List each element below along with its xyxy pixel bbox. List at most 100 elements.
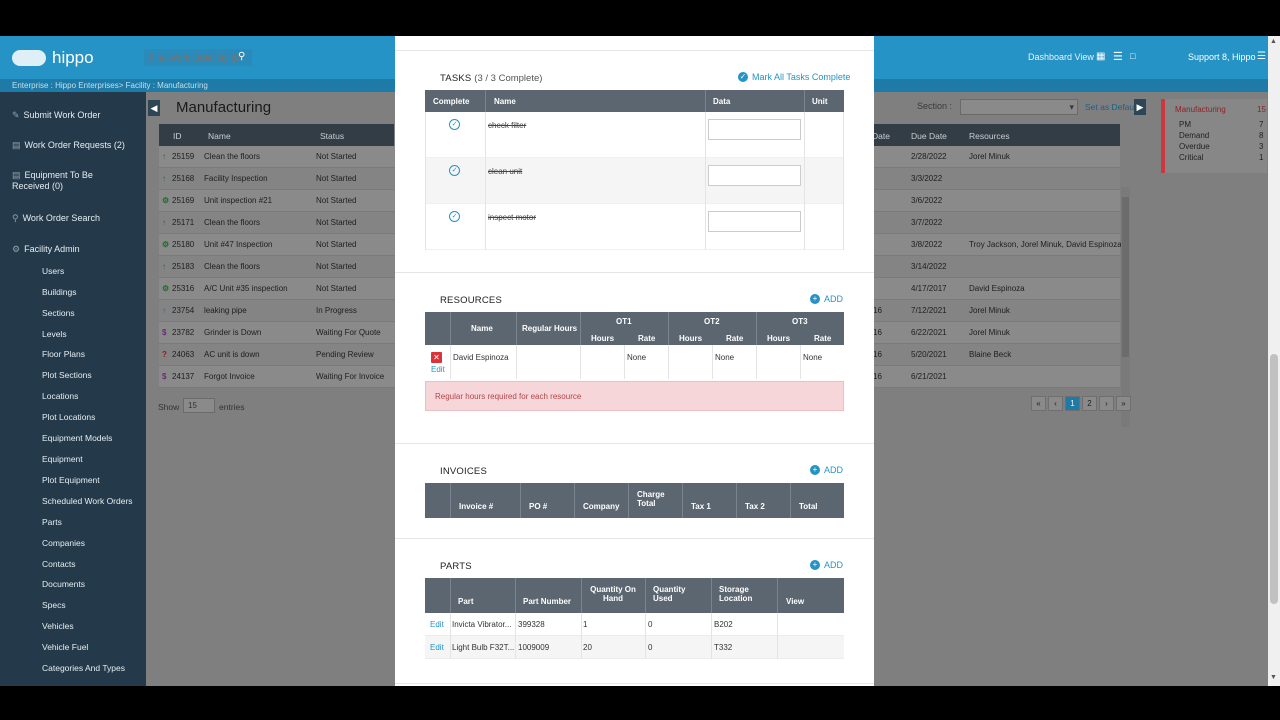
sidebar-sub-item[interactable]: Sections bbox=[42, 308, 75, 318]
row-due-date: 3/14/2022 bbox=[911, 262, 947, 271]
row-status: Waiting For Quote bbox=[316, 328, 381, 337]
sidebar-sub-item[interactable]: Vehicles bbox=[42, 621, 74, 631]
first-page-button[interactable]: « bbox=[1031, 396, 1046, 411]
sidebar-sub-item[interactable]: Scheduled Work Orders bbox=[42, 496, 133, 506]
sidebar-sub-item[interactable]: Buildings bbox=[42, 287, 77, 297]
sidebar-sub-item[interactable]: Levels bbox=[42, 329, 67, 339]
add-part-button[interactable]: + ADD bbox=[810, 560, 843, 570]
part-number: 1009009 bbox=[518, 643, 550, 652]
check-circle-icon[interactable]: ✓ bbox=[449, 211, 460, 222]
remove-resource-icon[interactable]: ✕ bbox=[431, 352, 442, 363]
priority-dollar-icon: $ bbox=[162, 328, 167, 337]
sidebar-item-work-order-search[interactable]: ⚲ Work Order Search bbox=[12, 213, 100, 224]
sidebar-sub-item[interactable]: Locations bbox=[42, 391, 78, 401]
prev-page-button[interactable]: ‹ bbox=[1048, 396, 1063, 411]
list-view-icon[interactable]: ☰ bbox=[1113, 50, 1123, 63]
work-order-search-input[interactable] bbox=[144, 49, 252, 66]
column-header-name[interactable]: Name bbox=[208, 131, 231, 141]
page-1-button[interactable]: 1 bbox=[1065, 396, 1080, 411]
sidebar-sub-item[interactable]: Parts bbox=[42, 517, 62, 527]
column-header-date[interactable]: Date bbox=[872, 131, 890, 141]
task-data-input[interactable] bbox=[708, 119, 801, 140]
resources-header-rate: Rate bbox=[638, 334, 656, 343]
sidebar-item-facility-admin[interactable]: ⚙ Facility Admin bbox=[12, 244, 80, 255]
row-name: Facility Inspection bbox=[204, 174, 268, 183]
scroll-down-icon[interactable]: ▼ bbox=[1270, 674, 1277, 681]
page-size-select[interactable]: 15 bbox=[183, 398, 215, 413]
task-data-input[interactable] bbox=[708, 211, 801, 232]
collapse-sidebar-button[interactable]: ◀ bbox=[148, 100, 160, 116]
divider bbox=[450, 578, 451, 613]
parts-section-title: PARTS bbox=[440, 561, 472, 572]
sidebar-sub-item[interactable]: Plot Sections bbox=[42, 370, 92, 380]
check-circle-icon[interactable]: ✓ bbox=[449, 165, 460, 176]
add-invoice-button[interactable]: + ADD bbox=[810, 465, 843, 475]
edit-part-link[interactable]: Edit bbox=[430, 620, 444, 629]
table-scrollbar-thumb[interactable] bbox=[1122, 197, 1129, 357]
page-scrollbar-thumb[interactable] bbox=[1270, 354, 1278, 604]
grid-view-icon[interactable]: ▦ bbox=[1096, 51, 1105, 62]
expand-right-button[interactable]: ▶ bbox=[1134, 99, 1146, 115]
column-header-due-date[interactable]: Due Date bbox=[911, 131, 947, 141]
sidebar-item-submit-work-order[interactable]: ✎ Submit Work Order bbox=[12, 110, 100, 121]
row-status: In Progress bbox=[316, 306, 357, 315]
row-id: 25168 bbox=[172, 174, 195, 183]
search-icon[interactable]: ⚲ bbox=[238, 51, 245, 62]
logo[interactable]: hippo bbox=[12, 48, 94, 68]
check-circle-icon[interactable]: ✓ bbox=[449, 119, 460, 130]
part-storage-location: B202 bbox=[714, 620, 733, 629]
sidebar-sub-item[interactable]: Users bbox=[42, 266, 64, 276]
parts-header-part-number: Part Number bbox=[523, 597, 572, 606]
edit-resource-link[interactable]: Edit bbox=[431, 365, 445, 374]
divider bbox=[790, 483, 791, 518]
row-status: Waiting For Invoice bbox=[316, 372, 385, 381]
sidebar-sub-item[interactable]: Floor Plans bbox=[42, 349, 85, 359]
page-scrollbar[interactable]: ▲ ▼ bbox=[1268, 36, 1280, 686]
next-page-button[interactable]: › bbox=[1099, 396, 1114, 411]
facility-summary-card[interactable]: Manufacturing 15 PM 7 Demand 8 Overdue 3… bbox=[1161, 99, 1267, 173]
scroll-up-icon[interactable]: ▲ bbox=[1270, 38, 1277, 45]
sidebar-item-work-order-requests[interactable]: ▤ Work Order Requests (2) bbox=[12, 140, 125, 151]
page-2-button[interactable]: 2 bbox=[1082, 396, 1097, 411]
row-due-date: 5/20/2021 bbox=[911, 350, 947, 359]
sidebar-sub-item[interactable]: Companies bbox=[42, 538, 85, 548]
edit-part-link[interactable]: Edit bbox=[430, 643, 444, 652]
sidebar-sub-item[interactable]: Specs bbox=[42, 600, 66, 610]
row-id: 25183 bbox=[172, 262, 195, 271]
sidebar-item-equipment-to-be-received[interactable]: ▤ Equipment To Be Received (0) bbox=[12, 170, 93, 191]
sidebar-sub-item[interactable]: Plot Equipment bbox=[42, 475, 100, 485]
resource-ot2-rate: None bbox=[715, 353, 735, 362]
sidebar-sub-item[interactable]: Documents bbox=[42, 579, 85, 589]
divider bbox=[668, 345, 669, 379]
sidebar-sub-item[interactable]: Contacts bbox=[42, 559, 76, 569]
column-header-resources[interactable]: Resources bbox=[969, 131, 1010, 141]
sidebar-sub-item[interactable]: Equipment Models bbox=[42, 433, 112, 443]
square-view-icon[interactable]: □ bbox=[1130, 51, 1135, 61]
summary-label: Critical bbox=[1179, 153, 1204, 162]
user-menu[interactable]: Support 8, Hippo bbox=[1188, 52, 1256, 62]
sidebar-sub-item[interactable]: Vehicle Fuel bbox=[42, 642, 88, 652]
section-select[interactable]: ▾ bbox=[960, 99, 1078, 115]
summary-value: 8 bbox=[1259, 131, 1264, 140]
sidebar-sub-item[interactable]: Plot Locations bbox=[42, 412, 95, 422]
row-status: Pending Review bbox=[316, 350, 374, 359]
part-row: Edit Invicta Vibrator... 399328 1 0 B202 bbox=[425, 613, 844, 636]
sidebar-sub-item[interactable]: Equipment bbox=[42, 454, 83, 464]
mark-all-tasks-complete-button[interactable]: ✓ Mark All Tasks Complete bbox=[738, 72, 850, 82]
divider bbox=[628, 483, 629, 518]
column-header-status[interactable]: Status bbox=[320, 131, 344, 141]
set-as-default-link[interactable]: Set as Default bbox=[1085, 102, 1138, 112]
chevron-down-icon: ▾ bbox=[1069, 102, 1074, 112]
column-header-id[interactable]: ID bbox=[173, 131, 182, 141]
bell-icon[interactable]: ☰ bbox=[1257, 51, 1266, 62]
divider bbox=[705, 90, 706, 112]
invoices-header-tax1: Tax 1 bbox=[691, 502, 711, 511]
last-page-button[interactable]: » bbox=[1116, 396, 1131, 411]
row-name: Clean the floors bbox=[204, 218, 261, 227]
divider bbox=[395, 538, 874, 539]
sidebar-sub-item[interactable]: Categories And Types bbox=[42, 663, 125, 673]
task-data-input[interactable] bbox=[708, 165, 801, 186]
add-resource-button[interactable]: + ADD bbox=[810, 294, 843, 304]
dashboard-view-link[interactable]: Dashboard View bbox=[1028, 52, 1094, 62]
part-quantity-on-hand: 1 bbox=[583, 620, 588, 629]
